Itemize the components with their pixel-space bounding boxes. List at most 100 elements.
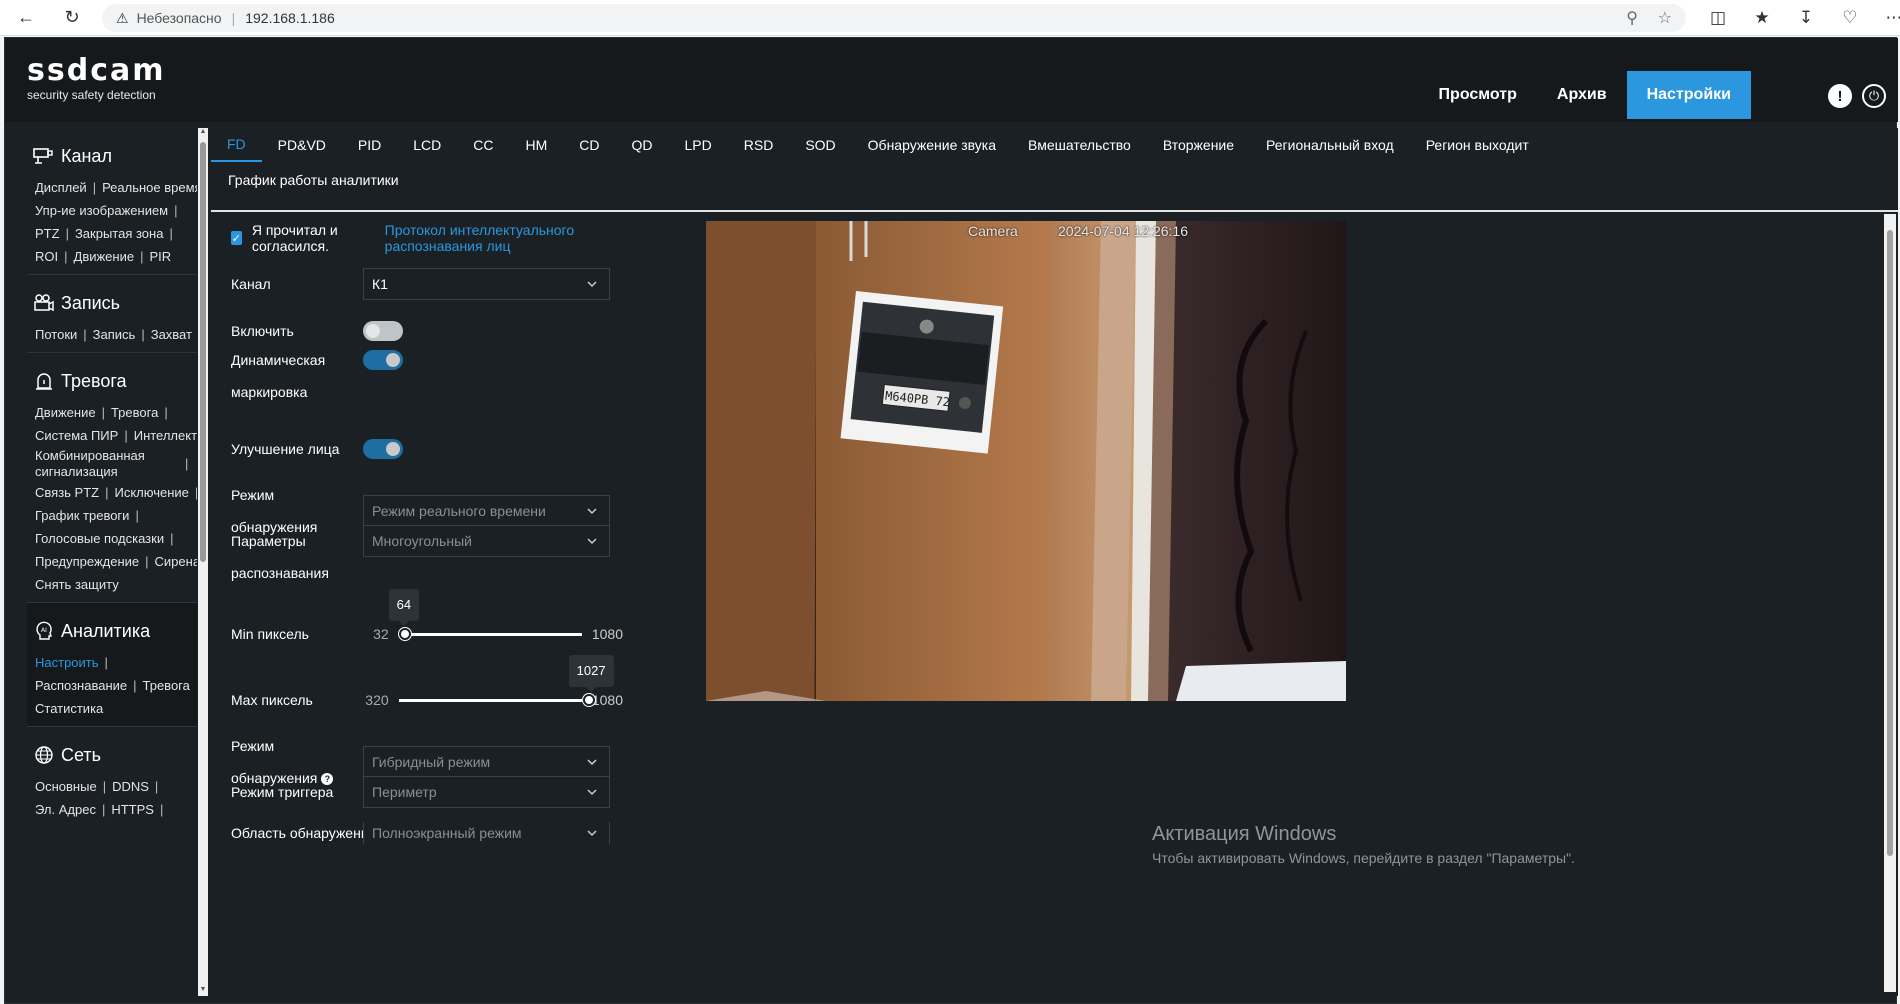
menu-icon[interactable]: ⋯ [1872, 8, 1900, 28]
tab-pdvd[interactable]: PD&VD [262, 128, 342, 162]
min-pixel-thumb[interactable] [398, 627, 411, 640]
tab-lcd[interactable]: LCD [397, 128, 457, 162]
reload-icon[interactable]: ↻ [54, 0, 90, 36]
content-scrollbar[interactable] [1884, 214, 1896, 992]
sidebar-item-pir-system[interactable]: Система ПИР [35, 428, 124, 443]
face-enhance-toggle[interactable] [363, 439, 403, 459]
header: ssdcam security safety detection Просмот… [5, 38, 1898, 122]
sidebar-item-realtime[interactable]: Реальное время [102, 180, 197, 195]
tab-pid[interactable]: PID [342, 128, 397, 162]
tab-analytics-schedule[interactable]: График работы аналитики [228, 172, 399, 188]
sidebar-item-email[interactable]: Эл. Адрес [35, 802, 102, 817]
detect-mode2-select[interactable]: Гибридный режим [363, 746, 610, 778]
sidebar-section-record: Запись Потоки | Запись | Захват [27, 275, 197, 353]
scroll-down-icon[interactable]: ▼ [198, 986, 208, 996]
sidebar-item-voice-prompts[interactable]: Голосовые подсказки [35, 531, 170, 546]
camera-preview[interactable]: M640PB 72 Camera 2024-07-04 12:26:16 [706, 221, 1346, 701]
sidebar-item-capture[interactable]: Захват [151, 327, 197, 342]
sidebar-item-statistics[interactable]: Статистика [35, 701, 109, 716]
sidebar-item-basic[interactable]: Основные [35, 779, 103, 794]
back-icon[interactable]: ← [8, 0, 44, 36]
sidebar-item-motion[interactable]: Движение [74, 249, 141, 264]
favorites-icon[interactable]: ★ [1740, 8, 1784, 28]
tab-hm[interactable]: HM [510, 128, 564, 162]
min-pixel-slider[interactable]: 32 64 1080 [363, 588, 623, 644]
sidebar-item-disarm[interactable]: Снять защиту [35, 577, 125, 592]
slider-track[interactable]: 64 [388, 588, 582, 640]
tab-lpd[interactable]: LPD [669, 128, 728, 162]
tab-tampering[interactable]: Вмешательство [1012, 128, 1147, 162]
content-scroll-thumb[interactable] [1887, 230, 1893, 856]
sidebar-title-alarm[interactable]: Тревога [27, 363, 197, 399]
tab-rsd[interactable]: RSD [728, 128, 790, 162]
sidebar-item-siren[interactable]: Сирена [155, 554, 197, 569]
key-icon[interactable]: ⚲ [1626, 8, 1638, 28]
agree-checkbox[interactable]: ✓ [231, 231, 242, 245]
sidebar-item-roi[interactable]: ROI [35, 249, 64, 264]
sidebar-title-record[interactable]: Запись [27, 285, 197, 321]
osd-timestamp: 2024-07-04 12:26:16 [1058, 223, 1188, 239]
tab-fd[interactable]: FD [211, 128, 262, 162]
recognition-params-select[interactable]: Многоугольный [363, 525, 610, 557]
detect-area-select[interactable]: Полноэкранный режим [363, 822, 610, 844]
nav-archive[interactable]: Архив [1537, 71, 1627, 119]
sidebar-item-ptz[interactable]: PTZ [35, 226, 66, 241]
star-icon[interactable]: ☆ [1658, 8, 1672, 28]
dynamic-marking-toggle[interactable] [363, 350, 403, 370]
sidebar-scroll-thumb[interactable] [200, 142, 206, 562]
link-separator: | [135, 508, 139, 523]
sidebar-item-ptz-link[interactable]: Связь PTZ [35, 485, 105, 500]
sidebar-item-exception[interactable]: Исключение [114, 485, 194, 500]
sidebar-item-record[interactable]: Запись [93, 327, 142, 342]
nav-settings[interactable]: Настройки [1626, 71, 1751, 119]
sidebar-item-recognition[interactable]: Распознавание [35, 678, 133, 693]
tab-sound-detection[interactable]: Обнаружение звука [852, 128, 1012, 162]
sidebar-item-https[interactable]: HTTPS [111, 802, 160, 817]
max-pixel-slider[interactable]: 320 1027 1080 [363, 654, 623, 710]
sidebar-item-streams[interactable]: Потоки [35, 327, 83, 342]
sidebar-title-analytics[interactable]: AI Аналитика [27, 613, 197, 649]
toggle-knob [386, 442, 400, 456]
address-bar[interactable]: ⚠ Небезопасно | 192.168.1.186 ⚲ ☆ [102, 4, 1686, 32]
sidebar-item-combined-alarm[interactable]: Комбинированная сигнализация [35, 448, 185, 480]
sidebar-title-channel[interactable]: Канал [27, 138, 197, 174]
channel-select[interactable]: К1 [363, 268, 610, 300]
sidebar-item-analytics-alarm[interactable]: Тревога [143, 678, 196, 693]
power-icon[interactable]: ⏻ [1862, 84, 1886, 108]
sidebar-item-alarm[interactable]: Тревога [111, 405, 164, 420]
face-protocol-link[interactable]: Протокол интеллектуального распознавания… [385, 222, 631, 254]
sidebar-item-privacy-zone[interactable]: Закрытая зона [75, 226, 170, 241]
tab-sod[interactable]: SOD [789, 128, 851, 162]
enable-toggle[interactable] [363, 321, 403, 341]
detect-mode-select[interactable]: Режим реального времени [363, 495, 610, 527]
sidebar-scrollbar[interactable]: ▲ ▼ [198, 128, 208, 996]
sidebar-item-ddns[interactable]: DDNS [112, 779, 155, 794]
sidebar-row: Движение | Тревога | [35, 401, 197, 424]
analytics-tabs: FD PD&VD PID LCD CC HM CD QD LPD RSD SOD… [211, 128, 1898, 162]
sidebar-item-alarm-motion[interactable]: Движение [35, 405, 102, 420]
tab-region-exit[interactable]: Регион выходит [1410, 128, 1545, 162]
max-pixel-thumb[interactable] [582, 693, 595, 706]
sidebar-item-pir[interactable]: PIR [149, 249, 177, 264]
sidebar-title-network[interactable]: Сеть [27, 737, 197, 773]
sidebar-item-intellect[interactable]: Интеллект [134, 428, 197, 443]
split-screen-icon[interactable]: ◫ [1696, 8, 1740, 28]
sidebar-item-display[interactable]: Дисплей [35, 180, 93, 195]
url-text: 192.168.1.186 [245, 10, 335, 26]
nav-preview[interactable]: Просмотр [1419, 71, 1537, 119]
sidebar-item-configure[interactable]: Настроить [35, 655, 105, 670]
tab-qd[interactable]: QD [616, 128, 669, 162]
tab-cd[interactable]: CD [563, 128, 615, 162]
info-icon[interactable]: ! [1828, 84, 1852, 108]
sidebar-item-alarm-schedule[interactable]: График тревоги [35, 508, 135, 523]
heart-icon[interactable]: ♡ [1828, 8, 1872, 28]
slider-track[interactable]: 1027 [398, 654, 614, 706]
scroll-up-icon[interactable]: ▲ [198, 128, 208, 138]
tab-cc[interactable]: CC [457, 128, 509, 162]
sidebar-item-warning[interactable]: Предупреждение [35, 554, 145, 569]
tab-region-entrance[interactable]: Региональный вход [1250, 128, 1410, 162]
download-icon[interactable]: ↧ [1784, 8, 1828, 28]
trigger-mode-select[interactable]: Периметр [363, 776, 610, 808]
sidebar-item-image-control[interactable]: Упр-ие изображением [35, 203, 174, 218]
tab-intrusion[interactable]: Вторжение [1147, 128, 1250, 162]
